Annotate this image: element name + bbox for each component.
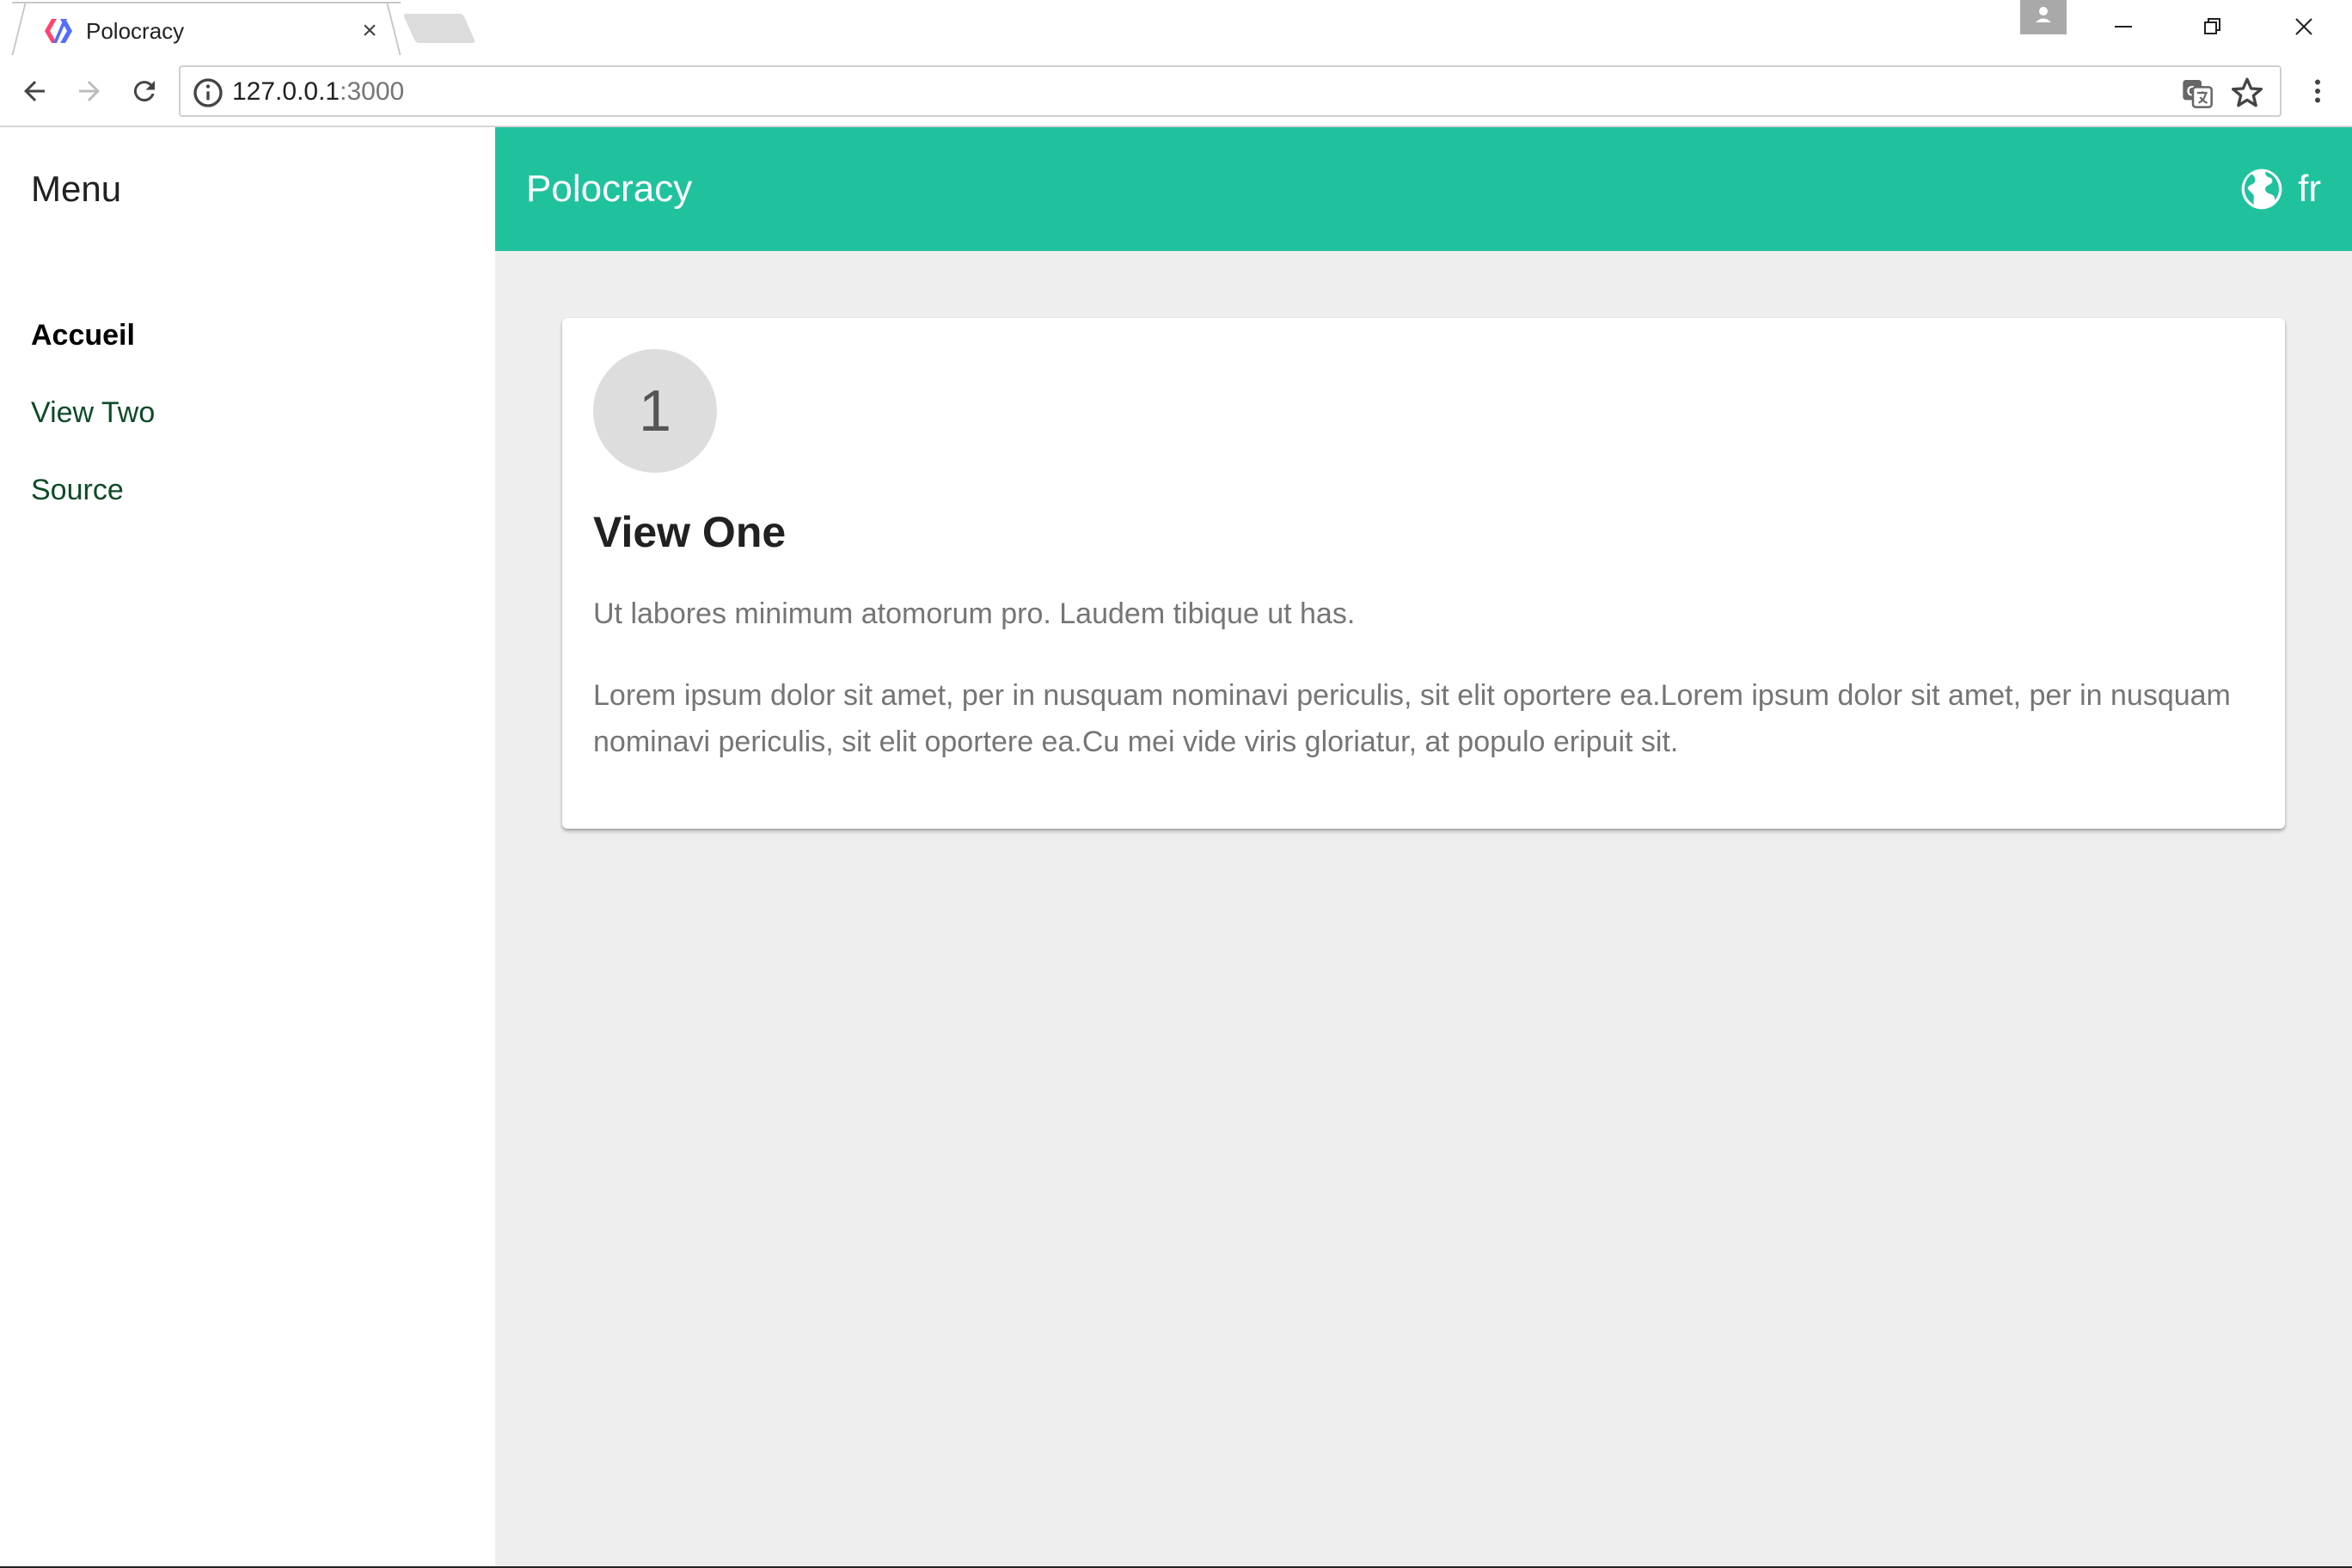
globe-icon [2241,168,2282,210]
card-paragraph: Lorem ipsum dolor sit amet, per in nusqu… [593,679,2231,758]
menu-title: Menu [31,168,122,209]
address-bar[interactable]: 127.0.0.1:3000 G [179,65,2282,117]
main-content: Polocracy fr 1 View One Ut labores minim… [495,127,2352,1568]
forward-button[interactable] [65,67,113,115]
close-icon [2295,18,2312,35]
arrow-right-icon [79,81,100,101]
translate-icon[interactable]: G [2180,76,2214,110]
tab-title: Polocracy [86,18,185,44]
arrow-left-icon [24,81,45,101]
reload-button[interactable] [120,67,168,115]
url-text[interactable]: 127.0.0.1:3000 [232,77,404,107]
info-icon[interactable] [191,76,225,110]
sidebar-item-view-two[interactable]: View Two [31,394,155,432]
language-selector[interactable]: fr [2238,165,2321,213]
language-code: fr [2298,168,2321,210]
sidebar-item-accueil[interactable]: Accueil [31,316,135,354]
sidebar-item-source[interactable]: Source [31,471,124,509]
card-paragraph: Ut labores minimum atomorum pro. Laudem … [593,597,1356,630]
browser-toolbar: 127.0.0.1:3000 G [0,55,2352,127]
new-tab-button[interactable] [402,14,476,43]
restore-icon [2204,18,2220,34]
more-vertical-icon [2315,79,2320,103]
minimize-button[interactable] [2080,5,2166,48]
restore-button[interactable] [2170,5,2256,48]
sidebar: Menu Accueil View Two Source [0,127,495,1568]
reload-icon [133,81,155,102]
back-button[interactable] [10,67,58,115]
bookmark-star-icon[interactable] [2230,76,2264,110]
browser-menu-button[interactable] [2294,67,2342,115]
browser-titlebar: Polocracy × [0,0,2352,55]
browser-tab[interactable]: Polocracy × [12,2,401,55]
close-window-button[interactable] [2261,5,2347,48]
web-page: Menu Accueil View Two Source Polocracy f… [0,127,2352,1568]
tab-close-icon[interactable]: × [354,15,385,46]
view-card: 1 View One Ut labores minimum atomorum p… [562,318,2285,829]
view-number-badge: 1 [593,349,717,473]
url-port: :3000 [340,77,405,106]
card-title: View One [593,508,787,556]
profile-icon[interactable] [2020,0,2067,34]
url-host: 127.0.0.1 [232,77,340,106]
minimize-icon [2115,26,2132,28]
app-title: Polocracy [526,168,693,210]
app-toolbar: Polocracy fr [495,127,2352,251]
polymer-favicon-icon [45,19,72,43]
